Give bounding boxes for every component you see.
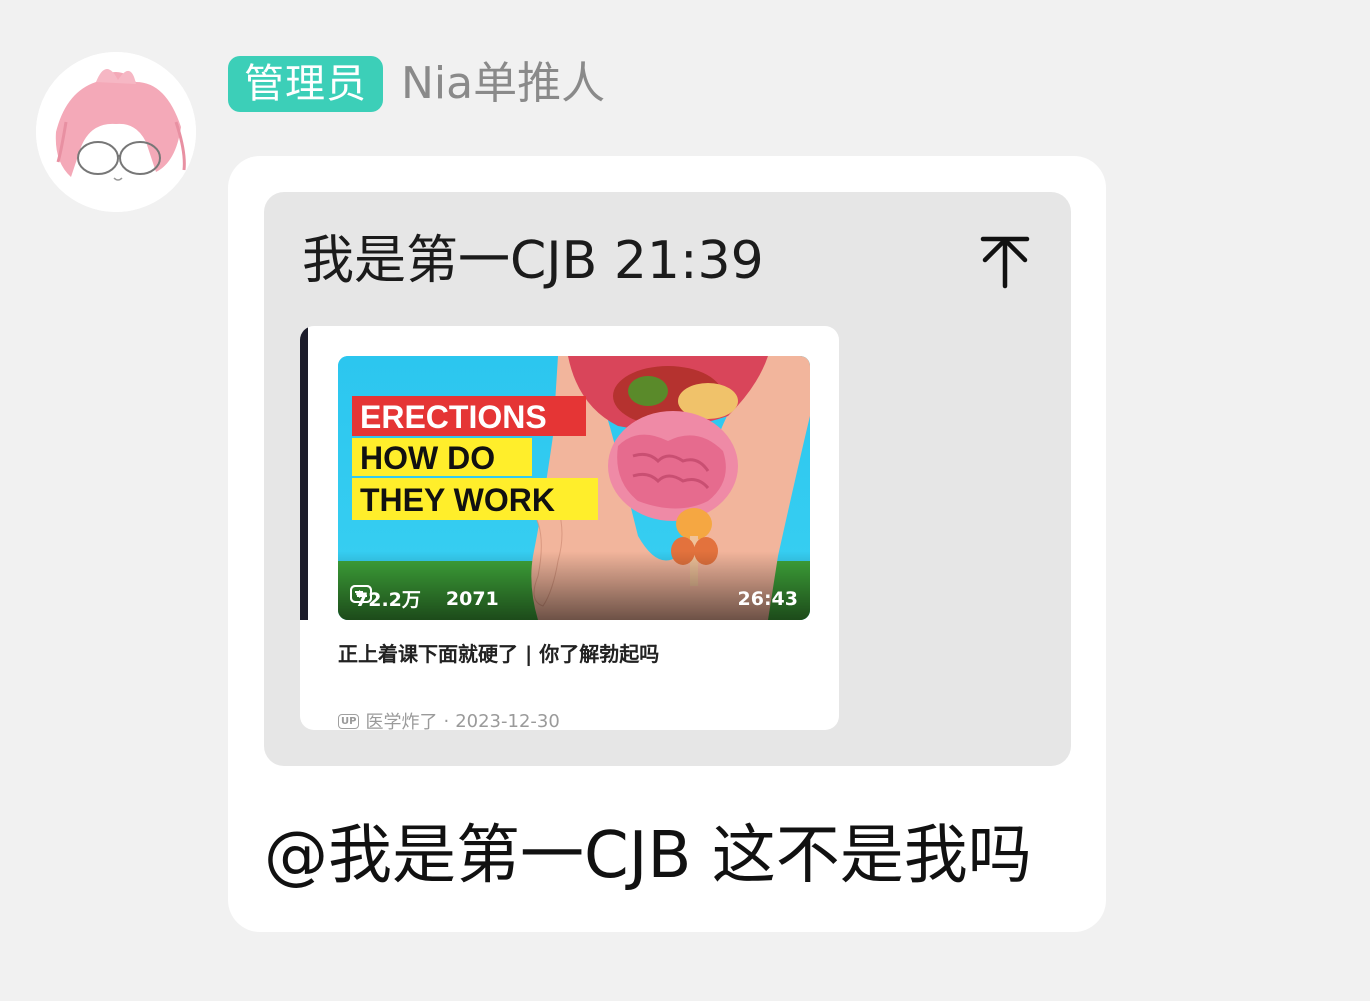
scroll-to-top-icon[interactable] <box>979 234 1031 290</box>
thumbnail-line-2: HOW DO <box>360 440 495 476</box>
message-text: @我是第一CJB 这不是我吗 <box>264 819 1032 893</box>
thumbnail-line-3: THEY WORK <box>360 482 555 518</box>
thumbnail-stats-bar: 72.2万 2071 26:43 <box>350 585 798 612</box>
video-meta: UP 医学炸了 · 2023-12-30 <box>338 708 560 730</box>
card-edge-decoration <box>300 326 308 620</box>
meta-separator: · <box>443 710 450 731</box>
quoted-message[interactable]: 我是第一CJB 21:39 ERECTIONS HOW DO THEY WORK… <box>264 192 1071 766</box>
admin-role-badge: 管理员 <box>228 56 383 112</box>
uploader-icon: UP <box>338 713 360 729</box>
video-share-card[interactable]: ERECTIONS HOW DO THEY WORK 72.2万 2071 26… <box>300 326 839 730</box>
sender-avatar[interactable] <box>36 52 196 212</box>
sender-name[interactable]: Nia单推人 <box>401 56 605 112</box>
sender-header: 管理员 Nia单推人 <box>228 55 605 113</box>
video-duration: 26:43 <box>737 587 798 610</box>
thumbnail-illustration: ERECTIONS HOW DO THEY WORK <box>338 356 810 620</box>
comment-count: 2071 <box>350 585 499 610</box>
message-bubble[interactable]: 我是第一CJB 21:39 ERECTIONS HOW DO THEY WORK… <box>228 156 1106 932</box>
thumbnail-line-1: ERECTIONS <box>360 399 547 435</box>
comment-count-value: 2071 <box>445 587 499 610</box>
video-title[interactable]: 正上着课下面就硬了 | 你了解勃起吗 <box>338 638 659 667</box>
chat-screen: 管理员 Nia单推人 我是第一CJB 21:39 ERECTIONS HOW D… <box>0 0 1370 1001</box>
uploader-name[interactable]: 医学炸了 <box>365 708 437 730</box>
quoted-sender-time: 我是第一CJB 21:39 <box>302 231 764 291</box>
video-thumbnail[interactable]: ERECTIONS HOW DO THEY WORK 72.2万 2071 26… <box>338 356 810 620</box>
anime-avatar-image <box>36 52 196 212</box>
upload-date: 2023-12-30 <box>455 710 560 731</box>
